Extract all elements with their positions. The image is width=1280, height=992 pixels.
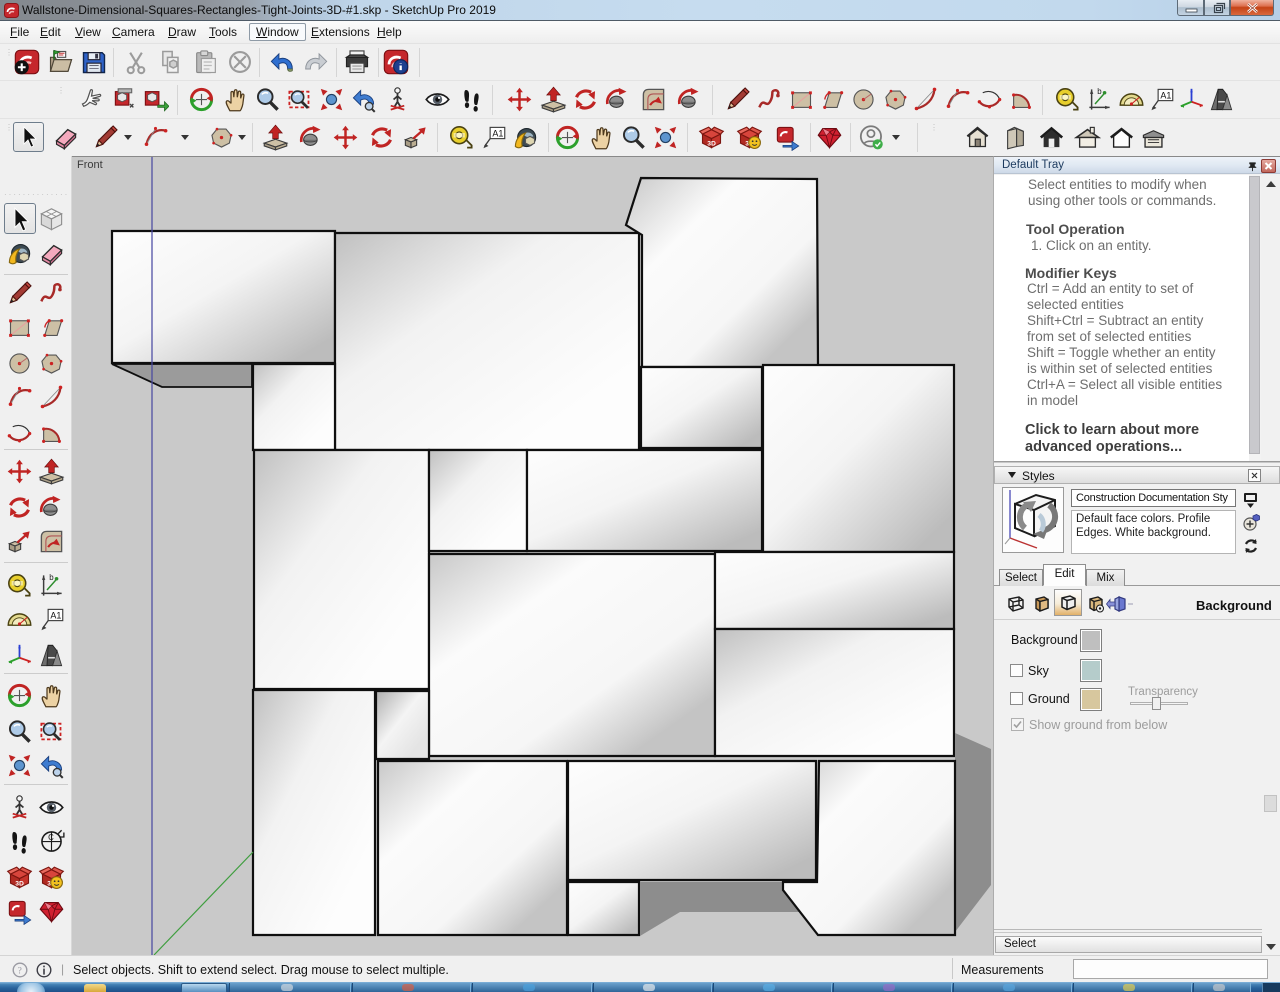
- svg-text:Front: Front: [77, 159, 103, 171]
